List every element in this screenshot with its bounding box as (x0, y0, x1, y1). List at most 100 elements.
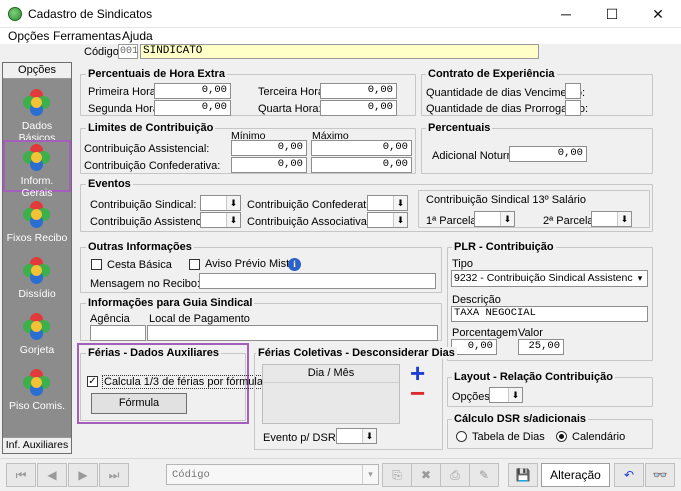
local-pagamento-field[interactable] (147, 325, 438, 341)
dias-list[interactable]: Dia / Mês (262, 364, 400, 424)
parcela-1-select[interactable]: ⬇ (474, 211, 515, 227)
label: Opções: (452, 391, 493, 403)
group-title: Limites de Contribuição (86, 122, 216, 134)
primeira-hora-field[interactable]: 0,00 (154, 83, 231, 99)
code-label: Código: (84, 46, 122, 58)
menu-bar: Opções Ferramentas Ajuda (0, 28, 681, 44)
confederativa-min-field[interactable]: 0,00 (231, 157, 307, 173)
label: Contribuição Sindical 13º Salário (426, 194, 586, 206)
parcela-2-select[interactable]: ⬇ (591, 211, 632, 227)
minus-icon[interactable]: − (410, 380, 425, 406)
sidebar-item-inform-gerais[interactable]: Inform. Gerais (3, 140, 71, 199)
edit-icon[interactable]: ✎ (469, 463, 499, 487)
bottom-toolbar: ⏮ ◀ ▶ ⏭ ▾ ⎘ ✖ ⎙ ✎ 💾 Alteração ↶ 👓 (0, 458, 681, 491)
agencia-field[interactable] (90, 325, 146, 341)
aviso-previo-checkbox[interactable] (189, 259, 200, 270)
title-bar: Cadastro de Sindicatos ─ ☐ ✕ (0, 0, 681, 28)
search-input[interactable] (170, 467, 355, 482)
label: Agência (90, 313, 130, 325)
confederativa-max-field[interactable]: 0,00 (311, 157, 412, 173)
sidebar: Opções Dados Básicos Inform. Gerais Fixo… (2, 62, 72, 454)
layout-opcoes-select[interactable]: ⬇ (489, 387, 523, 403)
contrib-confederativa-select[interactable]: ⬇ (367, 195, 408, 211)
dropdown-arrow-icon: ⬇ (617, 212, 631, 226)
group-title: Percentuais (426, 122, 493, 134)
globe-icon (23, 369, 51, 397)
mensagem-recibo-field[interactable] (199, 273, 436, 289)
plr-porcentagem-field[interactable]: 0,00 (451, 339, 497, 355)
list-header: Dia / Mês (263, 365, 399, 383)
window-title: Cadastro de Sindicatos (28, 7, 153, 21)
sidebar-item-dissidio[interactable]: Dissídio (3, 253, 71, 305)
dias-prorrogacao-field[interactable] (565, 100, 581, 116)
quarta-hora-field[interactable]: 0,00 (320, 100, 397, 116)
label: Aviso Prévio Misto (205, 258, 296, 270)
contrib-sindical-select[interactable]: ⬇ (200, 195, 241, 211)
contrib-associativa-select[interactable]: ⬇ (367, 212, 408, 228)
copy-icon[interactable]: ⎘ (382, 463, 412, 487)
prev-record-icon[interactable]: ◀ (37, 463, 67, 487)
menu-opcoes[interactable]: Opções (8, 29, 49, 43)
cesta-basica-checkbox[interactable] (91, 259, 102, 270)
label: Contribuição Confederativa: (247, 199, 384, 211)
label: Tabela de Dias (472, 431, 545, 443)
dropdown-arrow-icon: ⬇ (500, 212, 514, 226)
dias-vencimento-field[interactable] (565, 83, 581, 99)
tabela-dias-radio[interactable] (456, 431, 467, 442)
label: Quantidade de dias Vencimento: (426, 87, 586, 99)
terceira-hora-field[interactable]: 0,00 (320, 83, 397, 99)
label: Calendário (572, 431, 626, 443)
label: Porcentagem (452, 327, 518, 339)
assistencial-min-field[interactable]: 0,00 (231, 140, 307, 156)
label: Descrição (452, 294, 501, 306)
group-title: Informações para Guia Sindical (86, 297, 255, 309)
evento-dsr-select[interactable]: ⬇ (336, 428, 377, 444)
group-title: Percentuais de Hora Extra (86, 68, 227, 80)
next-record-icon[interactable]: ▶ (68, 463, 98, 487)
sidebar-footer[interactable]: Inf. Auxiliares (3, 437, 71, 453)
formula-button[interactable]: Fórmula (91, 393, 187, 414)
first-record-icon[interactable]: ⏮ (6, 463, 36, 487)
chevron-down-icon: ▾ (362, 465, 378, 484)
undo-icon[interactable]: ↶ (614, 463, 644, 487)
assistencial-max-field[interactable]: 0,00 (311, 140, 412, 156)
code-number-field[interactable]: 001 (118, 44, 138, 59)
plr-descricao-field[interactable]: TAXA NEGOCIAL (451, 306, 648, 322)
sidebar-item-label: Inform. Gerais (20, 175, 54, 199)
plr-tipo-select[interactable]: 9232 - Contribuição Sindical Assistencia… (451, 270, 648, 287)
calendario-radio[interactable] (556, 431, 567, 442)
label: Contribuição Assistencial: (90, 216, 216, 228)
globe-icon (23, 257, 51, 285)
print-icon[interactable]: ⎙ (440, 463, 470, 487)
last-record-icon[interactable]: ⏭ (99, 463, 129, 487)
sidebar-item-gorjeta[interactable]: Gorjeta (3, 309, 71, 361)
close-button[interactable]: ✕ (635, 0, 681, 28)
globe-icon (23, 313, 51, 341)
save-icon[interactable]: 💾 (508, 463, 538, 487)
binoculars-icon[interactable]: 👓 (645, 463, 675, 487)
label: Quantidade de dias Prorrogação: (426, 103, 589, 115)
label: 2ª Parcela: (543, 215, 597, 227)
sidebar-item-piso-comis[interactable]: Piso Comis. (3, 365, 71, 417)
adicional-noturno-field[interactable]: 0,00 (509, 146, 587, 162)
contrib-assistencial-select[interactable]: ⬇ (200, 212, 241, 228)
plr-valor-field[interactable]: 25,00 (518, 339, 564, 355)
label: Local de Pagamento (149, 313, 250, 325)
search-select[interactable]: ▾ (166, 464, 379, 485)
minimize-button[interactable]: ─ (543, 0, 589, 28)
globe-icon (23, 144, 51, 172)
maximize-button[interactable]: ☐ (589, 0, 635, 28)
sidebar-item-label: Gorjeta (19, 344, 55, 356)
code-name-field[interactable]: SINDICATO (140, 44, 539, 59)
info-icon[interactable]: i (288, 258, 301, 271)
menu-ferramentas[interactable]: Ferramentas (53, 29, 121, 43)
delete-icon[interactable]: ✖ (411, 463, 441, 487)
sidebar-item-fixos-recibo[interactable]: Fixos Recibo (3, 197, 71, 249)
segunda-hora-field[interactable]: 0,00 (154, 100, 231, 116)
menu-ajuda[interactable]: Ajuda (122, 29, 153, 43)
sidebar-item-label: Dissídio (18, 288, 56, 300)
calcula-ferias-checkbox[interactable]: ✓ (87, 376, 98, 387)
sidebar-item-dados-basicos[interactable]: Dados Básicos (3, 85, 71, 144)
sidebar-header[interactable]: Opções (3, 63, 71, 79)
group-title: Contrato de Experiência (426, 68, 557, 80)
